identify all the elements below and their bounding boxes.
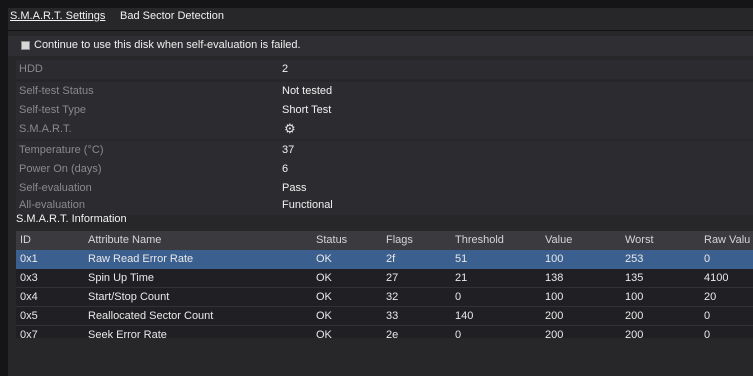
col-header-id[interactable]: ID xyxy=(20,234,31,246)
col-header-flags[interactable]: Flags xyxy=(386,234,413,246)
tab-divider xyxy=(8,30,753,31)
selftest-type-value[interactable]: Short Test xyxy=(282,104,331,116)
cell-id: 0x1 xyxy=(20,253,38,265)
col-header-status[interactable]: Status xyxy=(316,234,347,246)
all-evaluation-value: Functional xyxy=(282,199,333,211)
cell-raw-value: 4100 xyxy=(704,272,729,284)
cell-id: 0x4 xyxy=(20,291,38,303)
cell-flags: 27 xyxy=(386,272,399,284)
col-header-value[interactable]: Value xyxy=(545,234,572,246)
cell-threshold: 0 xyxy=(455,329,462,338)
gear-icon[interactable]: ⚙ xyxy=(284,121,296,136)
cell-id: 0x7 xyxy=(20,329,38,338)
hdd-value: 2 xyxy=(282,63,289,75)
tab-bad-sector-detection[interactable]: Bad Sector Detection xyxy=(120,10,224,22)
cell-raw-value: 20 xyxy=(704,291,717,303)
selftest-status-value: Not tested xyxy=(282,85,333,97)
power-on-value: 6 xyxy=(282,163,289,175)
cell-worst: 200 xyxy=(625,329,644,338)
selftest-type-label: Self-test Type xyxy=(19,104,87,116)
table-header: ID Attribute Name Status Flags Threshold… xyxy=(16,231,753,250)
cell-value: 100 xyxy=(545,291,564,303)
table-row[interactable]: 0x3 Spin Up Time OK 27 21 138 135 4100 xyxy=(16,269,753,288)
smart-label: S.M.A.R.T. xyxy=(19,123,72,135)
cell-worst: 135 xyxy=(625,272,644,284)
cell-raw-value: 0 xyxy=(704,253,711,265)
self-evaluation-value: Pass xyxy=(282,182,307,194)
temperature-row: Temperature (°C) 37 xyxy=(16,141,753,160)
col-header-attribute-name[interactable]: Attribute Name xyxy=(88,234,161,246)
selftest-status-label: Self-test Status xyxy=(19,85,94,97)
cell-worst: 200 xyxy=(625,310,644,322)
cell-attribute-name: Reallocated Sector Count xyxy=(88,310,214,322)
cell-attribute-name: Seek Error Rate xyxy=(88,329,167,338)
cell-threshold: 0 xyxy=(455,291,462,303)
cell-value: 138 xyxy=(545,272,564,284)
table-row[interactable]: 0x1 Raw Read Error Rate OK 2f 51 100 253… xyxy=(16,250,753,269)
hdd-row: HDD 2 xyxy=(16,60,753,79)
cell-worst: 100 xyxy=(625,291,644,303)
cell-raw-value: 0 xyxy=(704,310,711,322)
hdd-label: HDD xyxy=(19,63,43,75)
continue-use-row: Continue to use this disk when self-eval… xyxy=(8,36,753,56)
cell-status: OK xyxy=(316,310,332,322)
col-header-raw-value[interactable]: Raw Valu xyxy=(704,234,750,246)
cell-status: OK xyxy=(316,291,332,303)
cell-flags: 33 xyxy=(386,310,399,322)
smart-information-title: S.M.A.R.T. Information xyxy=(16,213,127,225)
table-row[interactable]: 0x5 Reallocated Sector Count OK 33 140 2… xyxy=(16,307,753,326)
continue-use-label[interactable]: Continue to use this disk when self-eval… xyxy=(34,39,301,51)
cell-threshold: 140 xyxy=(455,310,474,322)
cell-attribute-name: Start/Stop Count xyxy=(88,291,170,303)
tab-smart-settings[interactable]: S.M.A.R.T. Settings xyxy=(10,10,105,22)
cell-status: OK xyxy=(316,272,332,284)
cell-flags: 2e xyxy=(386,329,399,338)
table-row[interactable]: 0x7 Seek Error Rate OK 2e 0 200 200 0 xyxy=(16,326,753,338)
selftest-status-row: Self-test Status Not tested xyxy=(16,82,753,101)
cell-worst: 253 xyxy=(625,253,644,265)
cell-id: 0x3 xyxy=(20,272,38,284)
cell-status: OK xyxy=(316,253,332,265)
window-top-bar xyxy=(0,0,753,8)
temperature-label: Temperature (°C) xyxy=(19,144,104,156)
cell-value: 200 xyxy=(545,329,564,338)
cell-threshold: 51 xyxy=(455,253,468,265)
cell-value: 100 xyxy=(545,253,564,265)
all-evaluation-label: All-evaluation xyxy=(19,199,86,211)
col-header-worst[interactable]: Worst xyxy=(625,234,654,246)
smart-row: S.M.A.R.T. ⚙ xyxy=(16,120,753,139)
cell-status: OK xyxy=(316,329,332,338)
cell-attribute-name: Spin Up Time xyxy=(88,272,155,284)
cell-attribute-name: Raw Read Error Rate xyxy=(88,253,194,265)
power-on-row: Power On (days) 6 xyxy=(16,160,753,179)
self-evaluation-label: Self-evaluation xyxy=(19,182,92,194)
selftest-type-row: Self-test Type Short Test xyxy=(16,101,753,120)
table-row[interactable]: 0x4 Start/Stop Count OK 32 0 100 100 20 xyxy=(16,288,753,307)
continue-use-checkbox[interactable] xyxy=(21,41,30,50)
col-header-threshold[interactable]: Threshold xyxy=(455,234,504,246)
smart-attribute-table: ID Attribute Name Status Flags Threshold… xyxy=(16,231,753,338)
cell-value: 200 xyxy=(545,310,564,322)
cell-id: 0x5 xyxy=(20,310,38,322)
window-left-bar xyxy=(0,0,8,376)
cell-flags: 32 xyxy=(386,291,399,303)
temperature-value: 37 xyxy=(282,144,295,156)
cell-raw-value: 0 xyxy=(704,329,711,338)
power-on-label: Power On (days) xyxy=(19,163,102,175)
cell-threshold: 21 xyxy=(455,272,468,284)
cell-flags: 2f xyxy=(386,253,396,265)
